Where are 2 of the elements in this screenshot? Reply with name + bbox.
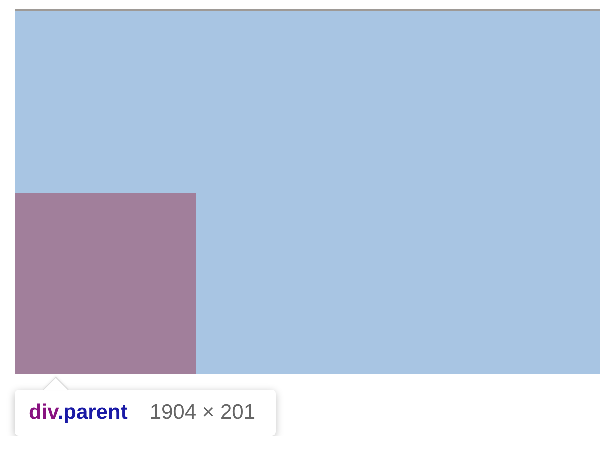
element-size: 1904 × 201 xyxy=(150,401,256,425)
element-selector: div.parent xyxy=(29,401,128,425)
